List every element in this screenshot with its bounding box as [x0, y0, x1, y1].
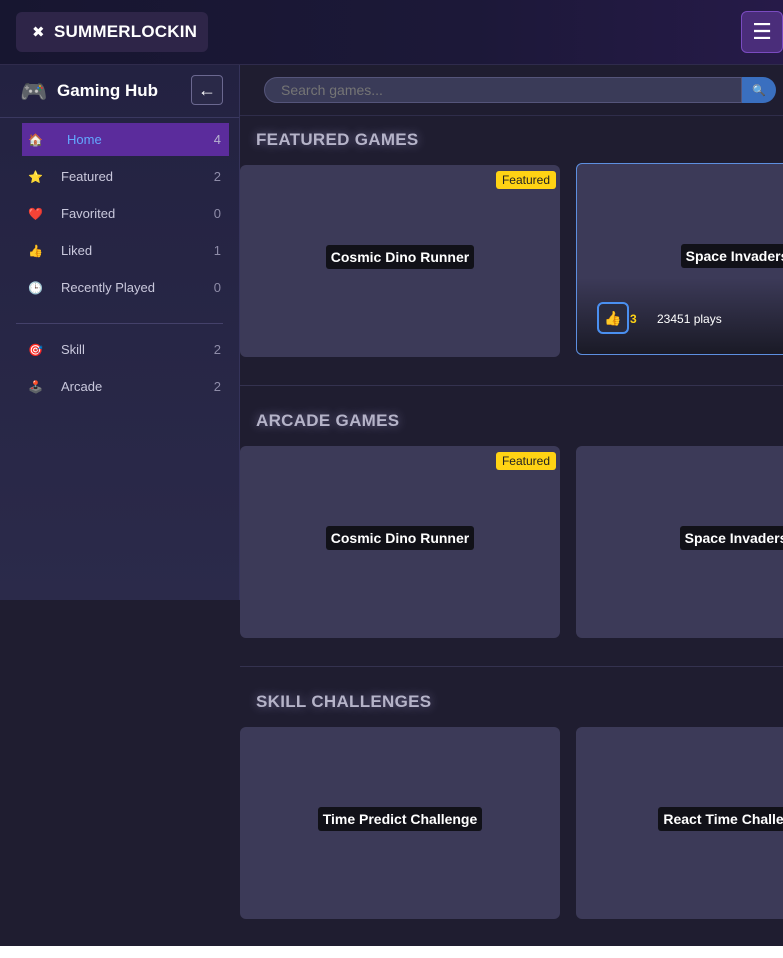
top-bar: ✖ SUMMERLOCKIN ☰: [0, 0, 783, 65]
game-card-cosmic-dino-runner[interactable]: Featured Cosmic Dino Runner: [240, 446, 560, 638]
search-bar: 🔍: [240, 65, 783, 116]
sidebar-item-count: 0: [213, 280, 221, 295]
star-icon: ⭐: [28, 169, 43, 184]
game-title: Space Invaders: [680, 244, 783, 268]
search-input[interactable]: [264, 77, 742, 103]
game-card-react-time-challenge[interactable]: React Time Challenge: [576, 727, 783, 919]
game-title: React Time Challenge: [658, 807, 783, 831]
sidebar-item-recently-played[interactable]: 🕒 Recently Played 0: [22, 271, 229, 304]
hamburger-icon: ☰: [752, 19, 772, 44]
sidebar-item-liked[interactable]: 👍 Liked 1: [22, 234, 229, 267]
brand-logo[interactable]: ✖ SUMMERLOCKIN: [16, 12, 208, 52]
section-divider: [240, 666, 783, 667]
joystick-icon: 🕹️: [28, 379, 43, 394]
sidebar-item-count: 2: [213, 379, 221, 394]
sidebar-item-label: Favorited: [61, 206, 116, 221]
clock-icon: 🕒: [28, 280, 43, 295]
sidebar-divider: [16, 323, 223, 324]
section-title-arcade: ARCADE GAMES: [256, 411, 400, 430]
sidebar-title: Gaming Hub: [57, 81, 159, 100]
sidebar-item-label: Liked: [61, 243, 93, 258]
main-content: 🔍 FEATURED GAMES Featured Cosmic Dino Ru…: [240, 65, 783, 946]
menu-button[interactable]: ☰: [741, 11, 783, 53]
section-title-skill: SKILL CHALLENGES: [256, 692, 432, 711]
game-title: Space Invaders: [679, 526, 783, 550]
like-button[interactable]: 👍: [597, 302, 629, 334]
game-title: Cosmic Dino Runner: [325, 526, 475, 550]
sidebar-item-label: Featured: [61, 169, 114, 184]
like-count: 3: [630, 312, 637, 326]
app-root: ✖ SUMMERLOCKIN ☰ 🎮 Gaming Hub ← 🏠 Home 4…: [0, 0, 783, 946]
game-title: Cosmic Dino Runner: [325, 245, 475, 269]
collapse-sidebar-button[interactable]: ←: [191, 75, 223, 105]
featured-badge: Featured: [495, 171, 556, 189]
sidebar-item-featured[interactable]: ⭐ Featured 2: [22, 160, 229, 193]
search-icon: 🔍: [752, 84, 766, 97]
sidebar-item-count: 2: [213, 342, 221, 357]
sidebar-item-count: 1: [213, 243, 221, 258]
search-button[interactable]: 🔍: [742, 77, 776, 103]
brand-name: SUMMERLOCKIN: [54, 22, 198, 41]
section-divider: [240, 385, 783, 386]
sidebar-item-count: 4: [213, 132, 221, 147]
sidebar-item-favorited[interactable]: ❤️ Favorited 0: [22, 197, 229, 230]
game-title: Time Predict Challenge: [317, 807, 483, 831]
game-card-space-invaders[interactable]: Space Invaders 👍 3 23451 plays: [576, 163, 783, 355]
sidebar: 🎮 Gaming Hub ← 🏠 Home 4 ⭐ Featured 2 ❤️ …: [0, 65, 240, 600]
sidebar-item-label: Arcade: [61, 379, 103, 394]
heart-icon: ❤️: [28, 206, 43, 221]
play-count: 23451 plays: [657, 312, 722, 326]
sidebar-header: 🎮 Gaming Hub ←: [0, 65, 239, 118]
sidebar-item-arcade[interactable]: 🕹️ Arcade 2: [22, 370, 229, 403]
sidebar-item-label: Skill: [61, 342, 85, 357]
featured-badge: Featured: [495, 452, 556, 470]
game-card-space-invaders[interactable]: Space Invaders: [576, 446, 783, 638]
gamepad-icon: 🎮: [20, 79, 48, 104]
thumbs-up-icon: 👍: [604, 309, 622, 326]
sidebar-item-skill[interactable]: 🎯 Skill 2: [22, 333, 229, 366]
sidebar-item-count: 0: [213, 206, 221, 221]
sidebar-item-label: Recently Played: [61, 280, 155, 295]
game-card-cosmic-dino-runner[interactable]: Featured Cosmic Dino Runner: [240, 165, 560, 357]
game-card-time-predict-challenge[interactable]: Time Predict Challenge: [240, 727, 560, 919]
arrow-left-icon: ←: [198, 79, 216, 100]
sidebar-item-count: 2: [213, 169, 221, 184]
sidebar-item-label: Home: [67, 132, 102, 147]
home-icon: 🏠: [28, 132, 43, 147]
thumbs-up-icon: 👍: [28, 243, 43, 258]
sidebar-item-home[interactable]: 🏠 Home 4: [22, 123, 229, 156]
target-icon: 🎯: [28, 342, 43, 357]
sparkle-icon: ✖: [32, 24, 45, 41]
section-title-featured: FEATURED GAMES: [256, 130, 419, 149]
